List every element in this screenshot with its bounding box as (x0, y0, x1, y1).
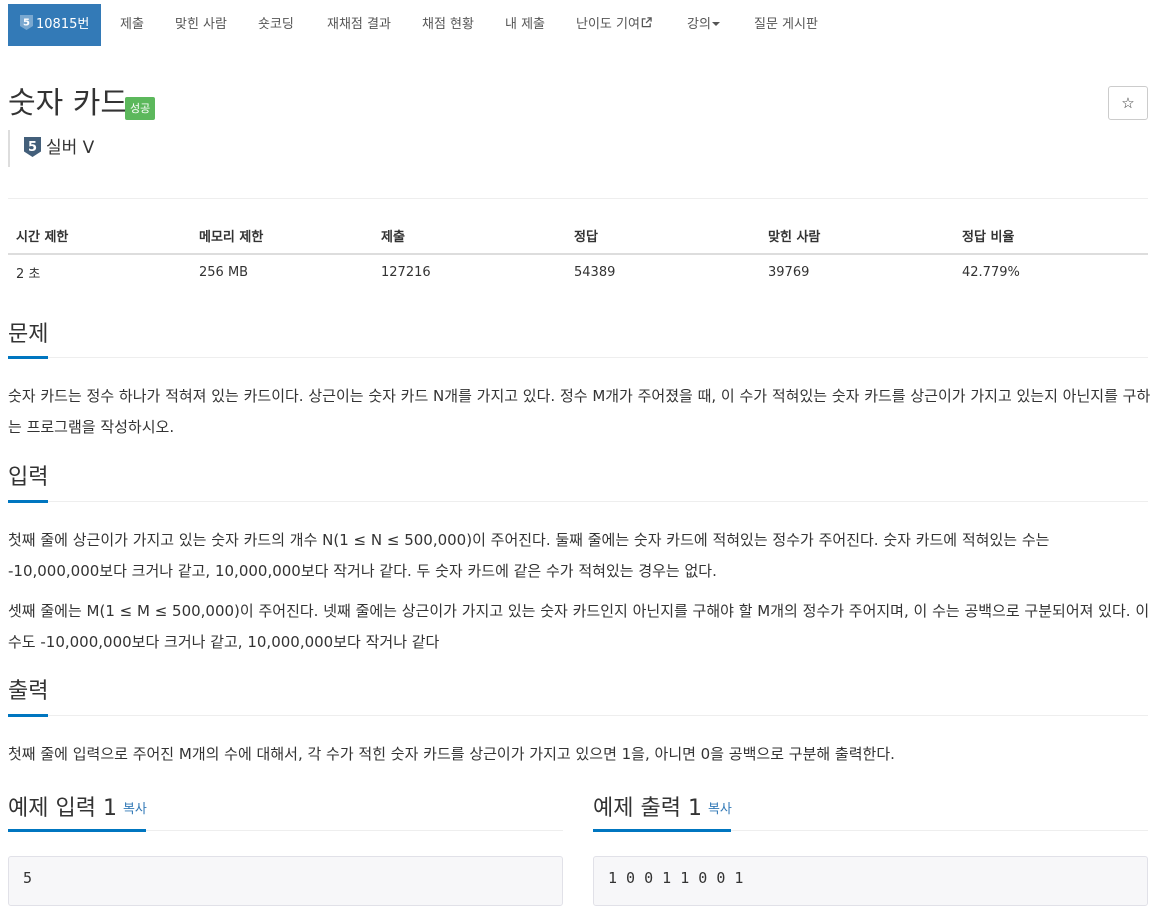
tab-lectures[interactable]: 강의 (687, 4, 720, 46)
tier-label: 실버 V (46, 138, 95, 158)
star-icon: ☆ (1121, 94, 1135, 112)
problem-id-label: 10815번 (36, 17, 90, 32)
table-row: 2 초 256 MB 127216 54389 39769 42.779% (8, 254, 1148, 290)
value-memory-limit: 256 MB (199, 265, 249, 280)
tab-my-submissions[interactable]: 내 제출 (505, 4, 545, 46)
value-time-limit: 2 초 (16, 267, 41, 282)
silver-tier-icon: 5 (20, 15, 33, 30)
header-accept-ratio: 정답 비율 (954, 218, 1148, 255)
section-underline (8, 829, 146, 832)
tab-judge-status[interactable]: 채점 현황 (422, 4, 474, 46)
divider (8, 357, 1148, 358)
top-nav: 5 10815번 제출 맞힌 사람 숏코딩 재채점 결과 채점 현황 내 제출 … (0, 0, 1158, 50)
tab-rejudge-results[interactable]: 재채점 결과 (327, 4, 391, 46)
section-title-input: 입력 (8, 465, 49, 490)
value-submissions: 127216 (381, 265, 431, 280)
section-title-problem: 문제 (8, 322, 49, 347)
example-input-heading: 예제 입력 1 복사 (8, 794, 147, 825)
table-header-row: 시간 제한 메모리 제한 제출 정답 맞힌 사람 정답 비율 (8, 218, 1148, 255)
section-underline (8, 356, 48, 359)
difficulty-contribution-label: 난이도 기여 (576, 17, 640, 32)
header-accepted: 정답 (566, 218, 760, 255)
caret-down-icon (711, 22, 720, 26)
value-accept-ratio: 42.779% (962, 265, 1020, 280)
problem-info-table: 시간 제한 메모리 제한 제출 정답 맞힌 사람 정답 비율 2 초 256 M… (8, 218, 1148, 290)
tab-question-board[interactable]: 질문 게시판 (754, 4, 818, 46)
copy-input-link[interactable]: 복사 (123, 802, 147, 817)
page-title: 숫자 카드 (8, 86, 128, 121)
example-output-title: 예제 출력 1 (593, 796, 702, 821)
header-memory-limit: 메모리 제한 (191, 218, 373, 255)
status-badge: 성공 (125, 97, 156, 120)
tier-badge-number: 5 (28, 140, 37, 155)
copy-output-link[interactable]: 복사 (708, 802, 732, 817)
example-input-title: 예제 입력 1 (8, 796, 117, 821)
problem-description: 숫자 카드는 정수 하나가 적혀져 있는 카드이다. 상근이는 숫자 카드 N개… (8, 387, 1151, 436)
section-title-output: 출력 (8, 679, 49, 704)
tab-short-coding[interactable]: 숏코딩 (258, 4, 294, 46)
star-button[interactable]: ☆ (1108, 86, 1148, 120)
divider (8, 198, 1148, 199)
tab-problem[interactable]: 5 10815번 (8, 4, 102, 46)
example-output-box: 1 0 0 1 1 0 0 1 (593, 856, 1148, 906)
tier-badge-number: 5 (23, 18, 30, 29)
divider (8, 715, 1148, 716)
input-description-2: 셋째 줄에는 M(1 ≤ M ≤ 500,000)이 주어진다. 넷째 줄에는 … (8, 602, 1150, 651)
output-description: 첫째 줄에 입력으로 주어진 M개의 수에 대해서, 각 수가 적힌 숫자 카드… (8, 745, 895, 763)
divider (8, 501, 1148, 502)
silver-tier-icon: 5 (24, 137, 41, 157)
header-solved-users: 맞힌 사람 (760, 218, 954, 255)
tier-indicator: 5 실버 V (8, 130, 94, 167)
header-time-limit: 시간 제한 (8, 218, 191, 255)
example-input-box: 5 (8, 856, 563, 906)
tab-submit[interactable]: 제출 (120, 4, 144, 46)
tab-solved-users[interactable]: 맞힌 사람 (175, 4, 227, 46)
lectures-label: 강의 (687, 17, 711, 32)
external-link-icon (641, 17, 652, 28)
input-description-1: 첫째 줄에 상근이가 가지고 있는 숫자 카드의 개수 N(1 ≤ N ≤ 50… (8, 531, 1050, 580)
value-accepted: 54389 (574, 265, 616, 280)
section-underline (593, 829, 731, 832)
header-submissions: 제출 (373, 218, 566, 255)
section-underline (8, 500, 48, 503)
tab-difficulty-contribution[interactable]: 난이도 기여 (576, 4, 652, 46)
example-output-heading: 예제 출력 1 복사 (593, 794, 732, 825)
value-solved-users: 39769 (768, 265, 810, 280)
section-underline (8, 714, 48, 717)
